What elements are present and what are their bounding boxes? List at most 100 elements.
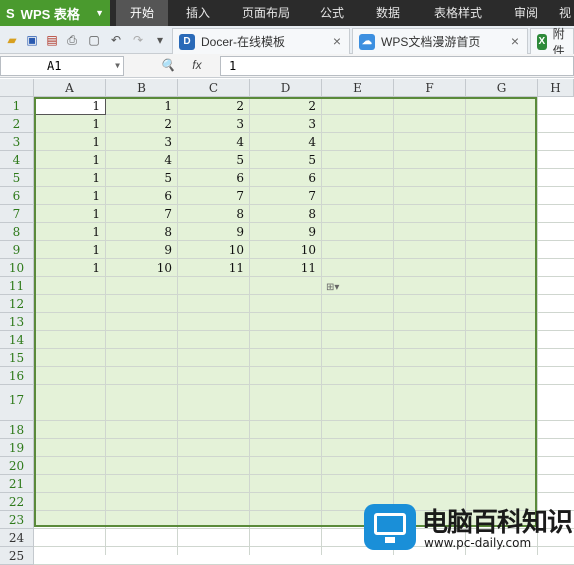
open-folder-icon[interactable]: ▰ — [4, 32, 20, 48]
fx-icon[interactable]: fx — [192, 58, 201, 72]
customize-dropdown-icon[interactable]: ▾ — [152, 32, 168, 48]
col-header-h[interactable]: H — [538, 79, 574, 97]
formula-input[interactable]: 1 — [220, 56, 574, 76]
menu-data[interactable]: 数据 — [364, 0, 412, 26]
col-header-d[interactable]: D — [250, 79, 322, 97]
row-header-6[interactable]: 6 — [0, 187, 34, 205]
row-header-24[interactable]: 24 — [0, 529, 34, 547]
cell-c6[interactable]: 7 — [178, 187, 250, 205]
row-header-16[interactable]: 16 — [0, 367, 34, 385]
row-header-4[interactable]: 4 — [0, 151, 34, 169]
cell-d4[interactable]: 5 — [250, 151, 322, 169]
tab-docer[interactable]: D Docer-在线模板 × — [172, 28, 350, 54]
cell-b3[interactable]: 3 — [106, 133, 178, 151]
menu-review[interactable]: 审阅 — [504, 0, 548, 26]
close-icon[interactable]: × — [333, 33, 341, 49]
row-header-20[interactable]: 20 — [0, 457, 34, 475]
row-header-12[interactable]: 12 — [0, 295, 34, 313]
col-header-a[interactable]: A — [34, 79, 106, 97]
cell-a8[interactable]: 1 — [34, 223, 106, 241]
cell-d10[interactable]: 11 — [250, 259, 322, 277]
spreadsheet-grid[interactable]: ABCDEFGH 1 2 3 4 5 6 7 8 9 10 11 12 13 14 15 16 17 18 19 20… — [0, 79, 574, 565]
col-header-e[interactable]: E — [322, 79, 394, 97]
menu-formulas[interactable]: 公式 — [308, 0, 356, 26]
cell-d2[interactable]: 3 — [250, 115, 322, 133]
cell-d3[interactable]: 4 — [250, 133, 322, 151]
row-header-19[interactable]: 19 — [0, 439, 34, 457]
row-header-14[interactable]: 14 — [0, 331, 34, 349]
cell-b9[interactable]: 9 — [106, 241, 178, 259]
cell-b7[interactable]: 7 — [106, 205, 178, 223]
cell-a1[interactable]: 1 — [34, 97, 106, 115]
row-header-3[interactable]: 3 — [0, 133, 34, 151]
print-icon[interactable]: ⎙ — [64, 32, 80, 48]
menu-table-style[interactable]: 表格样式 — [420, 0, 496, 26]
cell-d6[interactable]: 7 — [250, 187, 322, 205]
cell-a5[interactable]: 1 — [34, 169, 106, 187]
cell-c9[interactable]: 10 — [178, 241, 250, 259]
redo-icon[interactable]: ↷ — [130, 32, 146, 48]
row-header-9[interactable]: 9 — [0, 241, 34, 259]
col-header-f[interactable]: F — [394, 79, 466, 97]
cell-a6[interactable]: 1 — [34, 187, 106, 205]
menu-insert[interactable]: 插入 — [174, 0, 222, 26]
save-icon[interactable]: ▣ — [24, 32, 40, 48]
cell-a4[interactable]: 1 — [34, 151, 106, 169]
cell-b5[interactable]: 5 — [106, 169, 178, 187]
row-header-22[interactable]: 22 — [0, 493, 34, 511]
cell-a10[interactable]: 1 — [34, 259, 106, 277]
row-header-13[interactable]: 13 — [0, 313, 34, 331]
tab-wps-roaming[interactable]: ☁ WPS文档漫游首页 × — [352, 28, 528, 54]
print-preview-icon[interactable]: ▢ — [86, 32, 102, 48]
cell-a9[interactable]: 1 — [34, 241, 106, 259]
col-header-c[interactable]: C — [178, 79, 250, 97]
name-box[interactable]: A1 ▼ — [0, 56, 124, 76]
select-all-corner[interactable] — [0, 79, 34, 97]
cell-d7[interactable]: 8 — [250, 205, 322, 223]
cell-a7[interactable]: 1 — [34, 205, 106, 223]
cell-b1[interactable]: 1 — [106, 97, 178, 115]
row-header-2[interactable]: 2 — [0, 115, 34, 133]
cell-d5[interactable]: 6 — [250, 169, 322, 187]
cell-d8[interactable]: 9 — [250, 223, 322, 241]
zoom-icon[interactable]: 🔍 — [160, 58, 175, 72]
row-header-5[interactable]: 5 — [0, 169, 34, 187]
cell-b8[interactable]: 8 — [106, 223, 178, 241]
row-header-10[interactable]: 10 — [0, 259, 34, 277]
app-menu-button[interactable]: S WPS 表格 ▼ — [0, 0, 110, 26]
col-header-g[interactable]: G — [466, 79, 538, 97]
row-header-18[interactable]: 18 — [0, 421, 34, 439]
menu-page-layout[interactable]: 页面布局 — [232, 0, 300, 26]
cell-b10[interactable]: 10 — [106, 259, 178, 277]
cell-a2[interactable]: 1 — [34, 115, 106, 133]
menu-home[interactable]: 开始 — [116, 0, 168, 26]
tab-attachment[interactable]: X 附件 — [530, 27, 574, 58]
cell-d9[interactable]: 10 — [250, 241, 322, 259]
row-header-1[interactable]: 1 — [0, 97, 34, 115]
cell-b6[interactable]: 6 — [106, 187, 178, 205]
row-header-7[interactable]: 7 — [0, 205, 34, 223]
cell-c4[interactable]: 5 — [178, 151, 250, 169]
close-icon[interactable]: × — [511, 33, 519, 49]
cell-c10[interactable]: 11 — [178, 259, 250, 277]
row-header-15[interactable]: 15 — [0, 349, 34, 367]
cell-b4[interactable]: 4 — [106, 151, 178, 169]
cell-d1[interactable]: 2 — [250, 97, 322, 115]
cell-c3[interactable]: 4 — [178, 133, 250, 151]
row-header-25[interactable]: 25 — [0, 547, 34, 565]
col-header-b[interactable]: B — [106, 79, 178, 97]
undo-icon[interactable]: ↶ — [108, 32, 124, 48]
cell-c7[interactable]: 8 — [178, 205, 250, 223]
row-header-8[interactable]: 8 — [0, 223, 34, 241]
cell-c2[interactable]: 3 — [178, 115, 250, 133]
export-pdf-icon[interactable]: ▤ — [44, 32, 60, 48]
cell-c8[interactable]: 9 — [178, 223, 250, 241]
row-header-21[interactable]: 21 — [0, 475, 34, 493]
cell-c1[interactable]: 2 — [178, 97, 250, 115]
cell-a3[interactable]: 1 — [34, 133, 106, 151]
menu-view[interactable]: 视 — [556, 0, 574, 26]
cell-c5[interactable]: 6 — [178, 169, 250, 187]
chevron-down-icon[interactable]: ▼ — [115, 57, 120, 75]
paste-options-icon[interactable]: ⊞▾ — [326, 282, 354, 296]
row-header-17[interactable]: 17 — [0, 385, 34, 421]
